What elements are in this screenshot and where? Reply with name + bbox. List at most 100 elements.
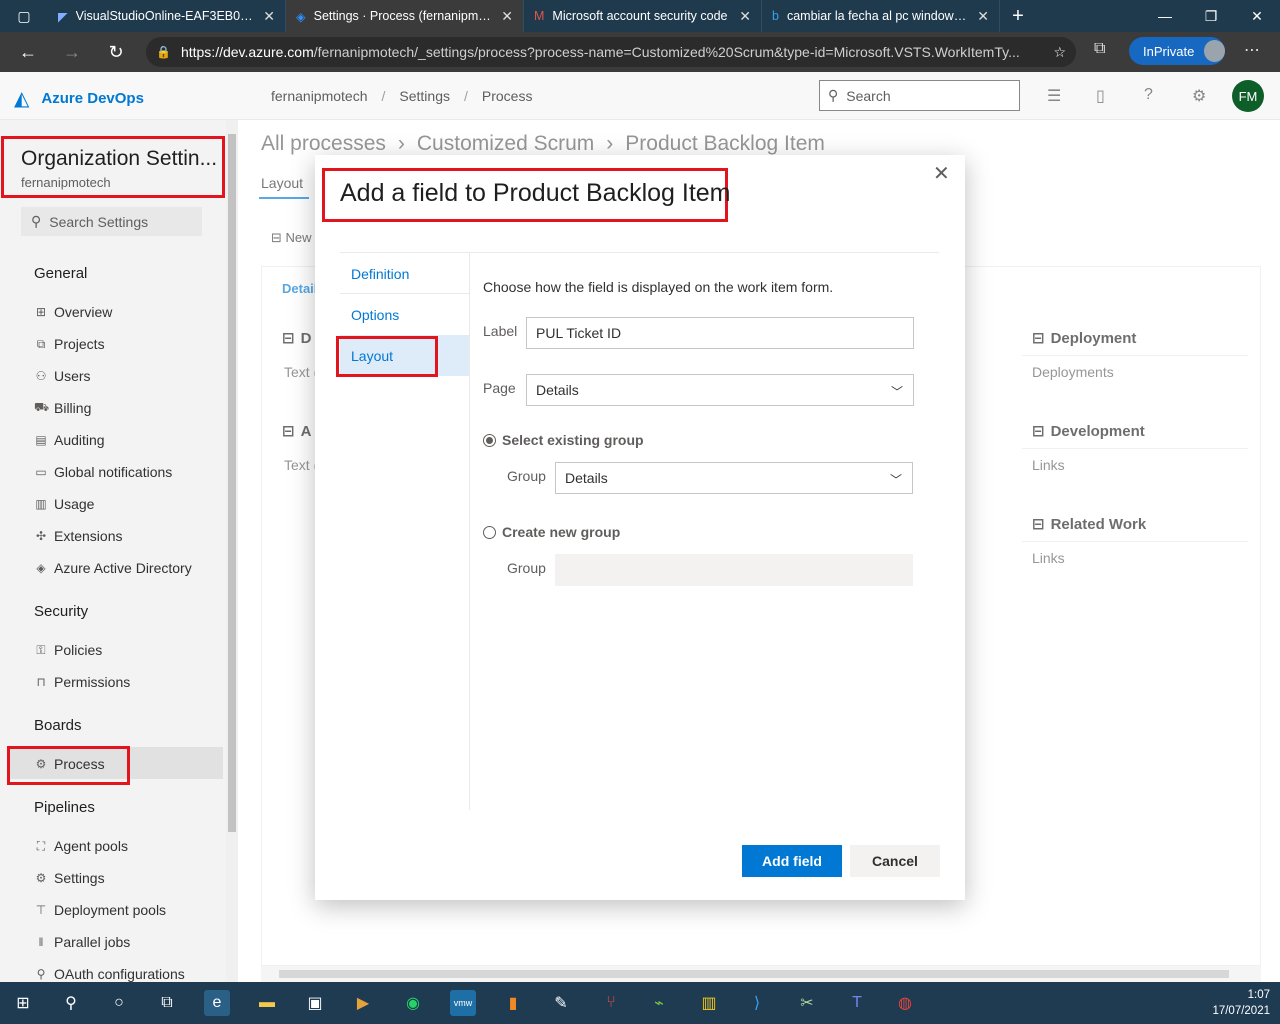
add-field-button[interactable]: Add field — [742, 845, 842, 877]
sidebar-item-extensions[interactable]: ✣ Extensions — [34, 528, 123, 544]
help-icon[interactable]: ? — [1144, 86, 1153, 104]
sidebar-item-global-notifications[interactable]: ▭ Global notifications — [34, 464, 172, 480]
close-tab-icon[interactable]: ✕ — [263, 8, 275, 25]
cancel-button[interactable]: Cancel — [850, 845, 940, 877]
media-player-icon[interactable]: ▶ — [350, 990, 376, 1016]
more-icon[interactable]: ⋯ — [1244, 40, 1260, 60]
breadcrumb-process[interactable]: Process — [482, 88, 533, 104]
cortana-icon[interactable]: ○ — [106, 990, 132, 1016]
sidebar-item-parallel-jobs[interactable]: ‖ Parallel jobs — [34, 934, 131, 950]
radio-unselected-icon — [483, 525, 496, 539]
file-explorer-icon[interactable]: ▬ — [254, 990, 280, 1016]
search-placeholder: Search — [846, 87, 891, 104]
forward-icon[interactable]: → — [50, 32, 94, 72]
vmware-icon[interactable]: vmw — [450, 990, 476, 1016]
sidebar-item-oauth[interactable]: ⚲ OAuth configurations — [34, 966, 185, 982]
breadcrumb-org[interactable]: fernanipmotech — [271, 88, 368, 104]
restore-icon[interactable]: ❐ — [1188, 0, 1234, 32]
whatsapp-icon[interactable]: ◉ — [400, 990, 426, 1016]
system-clock[interactable]: 1:07 17/07/2021 — [1212, 987, 1270, 1019]
sidebar-item-users[interactable]: ⚇ Users — [34, 368, 91, 384]
sidebar-item-label: Parallel jobs — [54, 934, 131, 950]
clock-time: 1:07 — [1247, 989, 1270, 1001]
scrollbar-thumb[interactable] — [228, 134, 236, 832]
tab-options[interactable]: Options — [351, 307, 399, 323]
new-tab-button[interactable]: + — [1000, 0, 1036, 32]
browser-tab[interactable]: b cambiar la fecha al pc windows 1 ✕ — [762, 0, 1000, 32]
breadcrumb-settings[interactable]: Settings — [399, 88, 450, 104]
label-input[interactable]: PUL Ticket ID — [526, 317, 914, 349]
sidebar-item-label: Deployment pools — [54, 902, 167, 918]
org-name: fernanipmotech — [21, 175, 111, 190]
sidebar-item-policies[interactable]: ⚿ Policies — [34, 642, 102, 658]
sidebar-item-aad[interactable]: ◈ Azure Active Directory — [34, 560, 191, 576]
breadcrumb: fernanipmotech / Settings / Process — [271, 88, 532, 104]
teams-icon[interactable]: T — [844, 990, 870, 1016]
group-dropdown[interactable]: Details ﹀ — [555, 462, 913, 494]
divider — [340, 252, 939, 253]
sidebar-item-agent-pools[interactable]: ⛶ Agent pools — [34, 838, 128, 854]
search-input[interactable]: ⚲ Search — [819, 80, 1020, 111]
refresh-icon[interactable]: ↻ — [94, 32, 138, 72]
store-icon[interactable]: ▣ — [302, 990, 328, 1016]
browser-tab-active[interactable]: ◈ Settings · Process (fernanipmote ✕ — [286, 0, 524, 32]
snipping-icon[interactable]: ✂ — [794, 990, 820, 1016]
page-dropdown[interactable]: Details ﹀ — [526, 374, 914, 406]
sidebar-item-projects[interactable]: ⧉ Projects — [34, 336, 105, 352]
sidebar-scrollbar[interactable] — [226, 120, 238, 982]
ado-header: ◭ Azure DevOps fernanipmotech / Settings… — [0, 72, 1280, 120]
sidebar-item-auditing[interactable]: ▤ Auditing — [34, 432, 105, 448]
chrome-icon[interactable]: ◍ — [892, 990, 918, 1016]
page-dropdown-value: Details — [536, 382, 579, 398]
app-icon[interactable]: ▮ — [500, 990, 526, 1016]
edge-icon[interactable]: e — [204, 990, 230, 1016]
sidebar-item-usage[interactable]: ▥ Usage — [34, 496, 94, 512]
sidebar-item-permissions[interactable]: ⊓ Permissions — [34, 674, 130, 690]
select-existing-group-radio[interactable]: Select existing group — [483, 432, 644, 448]
sidebar-item-deployment-pools[interactable]: ⊤ Deployment pools — [34, 902, 166, 918]
minimize-icon[interactable]: — — [1142, 0, 1188, 32]
task-view-icon[interactable]: ⧉ — [154, 990, 180, 1016]
ado-logo[interactable]: ◭ Azure DevOps — [14, 86, 144, 111]
collections-icon[interactable]: ⧉ — [1094, 40, 1105, 58]
url-field[interactable]: 🔒 https://dev.azure.com/fernanipmotech/_… — [146, 37, 1076, 67]
favorite-icon[interactable]: ☆ — [1053, 44, 1066, 61]
sidebar-item-label: Projects — [54, 336, 105, 352]
marketplace-bag-icon[interactable]: ▯ — [1096, 86, 1105, 106]
close-tab-icon[interactable]: ✕ — [739, 8, 751, 25]
close-tab-icon[interactable]: ✕ — [977, 8, 989, 25]
browser-tab[interactable]: M Microsoft account security code ✕ — [524, 0, 762, 32]
user-settings-icon[interactable]: ⚙ — [1192, 86, 1206, 106]
layout-highlight-box — [336, 336, 438, 377]
close-icon[interactable]: ✕ — [933, 161, 950, 186]
vscode-icon[interactable]: ⟩ — [744, 990, 770, 1016]
windows-start-icon[interactable]: ⊞ — [10, 990, 36, 1016]
close-window-icon[interactable]: ✕ — [1234, 0, 1280, 32]
paint-icon[interactable]: ✎ — [548, 990, 574, 1016]
create-new-group-radio[interactable]: Create new group — [483, 524, 620, 540]
avatar[interactable]: FM — [1232, 80, 1264, 112]
search-settings-input[interactable]: ⚲ Search Settings — [21, 207, 202, 236]
tab-actions-icon[interactable]: ▢ — [0, 0, 48, 32]
sidebar-item-label: Users — [54, 368, 91, 384]
sidebar-item-label: Auditing — [54, 432, 105, 448]
git-icon[interactable]: ⑂ — [598, 990, 624, 1016]
label-field-label: Label — [483, 323, 518, 339]
inprivate-button[interactable]: InPrivate — [1129, 37, 1225, 65]
power-bi-icon[interactable]: ▥ — [696, 990, 722, 1016]
sidebar-item-label: OAuth configurations — [54, 966, 185, 982]
back-icon[interactable]: ← — [6, 32, 50, 72]
browser-tab-title: Microsoft account security code — [552, 9, 728, 23]
deployment-pools-icon: ⊤ — [35, 903, 47, 917]
close-tab-icon[interactable]: ✕ — [501, 8, 513, 25]
list-icon[interactable]: ☰ — [1047, 86, 1061, 106]
tab-definition[interactable]: Definition — [351, 266, 409, 282]
sidebar-item-label: Global notifications — [54, 464, 173, 480]
browser-tab-title: Settings · Process (fernanipmote — [313, 9, 494, 23]
search-icon[interactable]: ⚲ — [58, 990, 84, 1016]
sidebar-item-overview[interactable]: ⊞ Overview — [34, 304, 112, 320]
browser-tab[interactable]: ◤ VisualStudioOnline-EAF3EB0C32 ✕ — [48, 0, 286, 32]
terminal-icon[interactable]: ⌁ — [646, 990, 672, 1016]
sidebar-item-billing[interactable]: ⛟ Billing — [34, 400, 91, 416]
sidebar-item-settings[interactable]: ⚙ Settings — [34, 870, 105, 886]
